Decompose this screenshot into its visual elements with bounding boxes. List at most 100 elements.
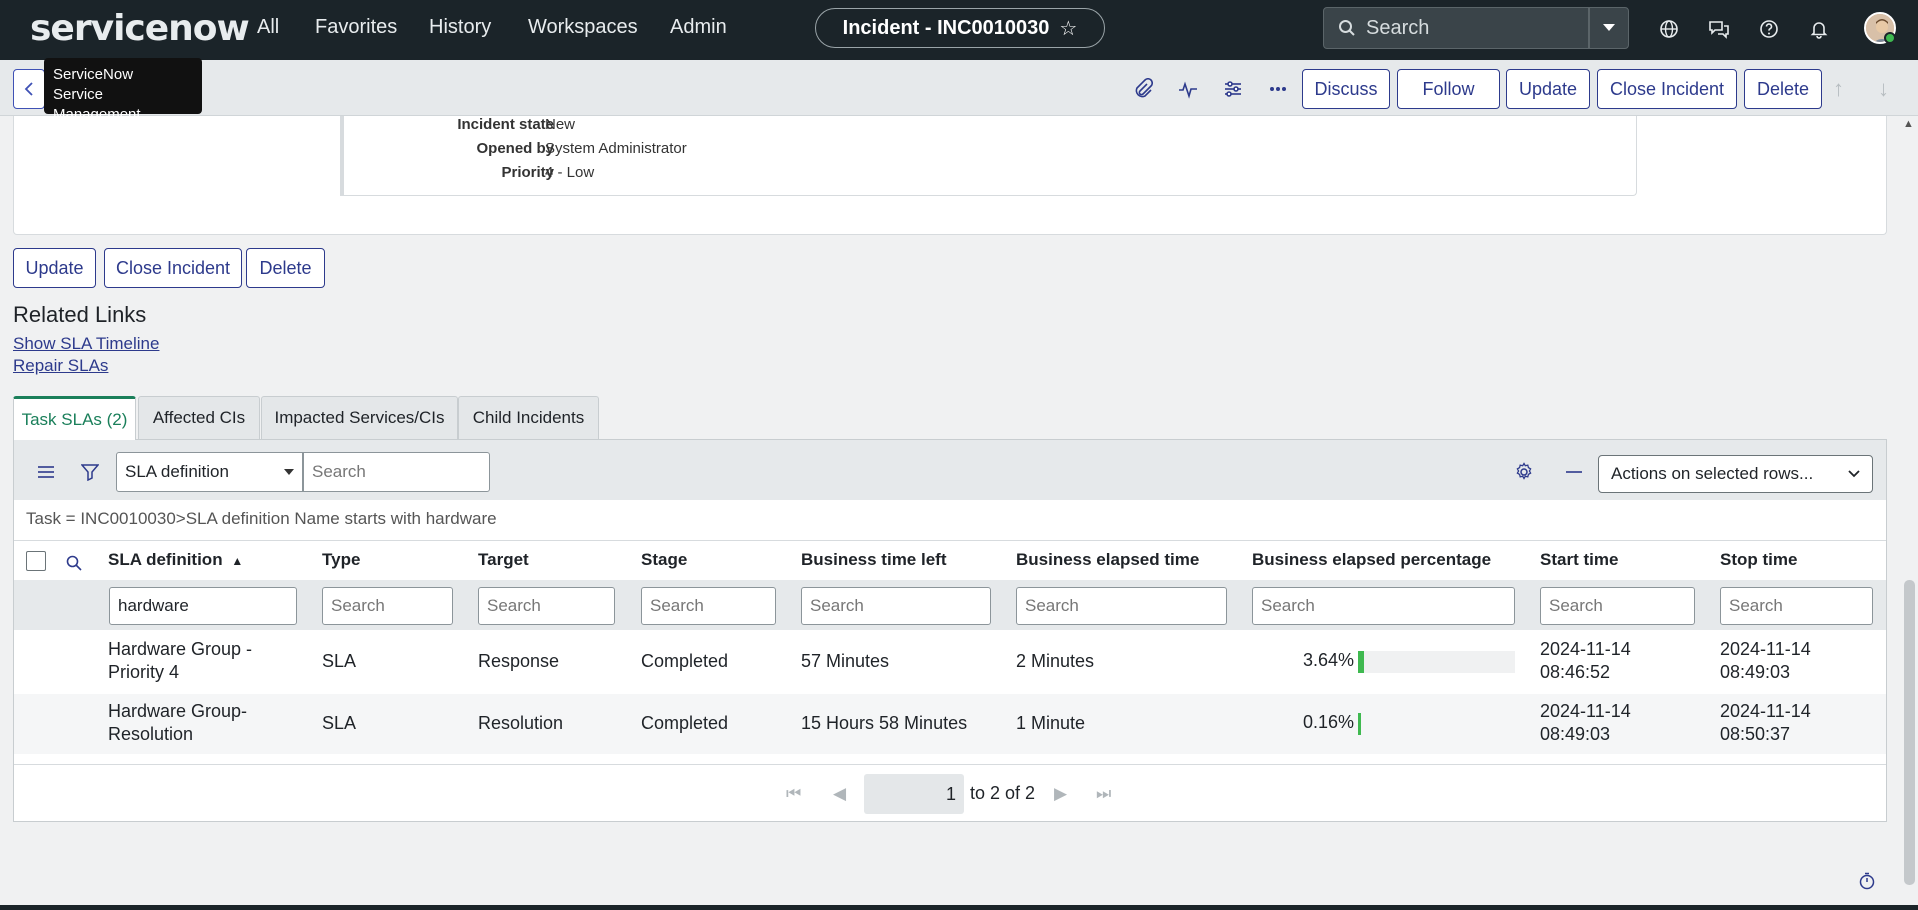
field-value-opened-by: System Administrator: [545, 140, 687, 157]
divider: [14, 764, 1886, 765]
filter-business-time-left-input[interactable]: Search: [801, 587, 991, 625]
column-header-start-time[interactable]: Start time: [1540, 550, 1618, 570]
notification-bell-icon[interactable]: [1806, 16, 1832, 42]
tab-child-incidents[interactable]: Child Incidents: [458, 396, 599, 439]
record-title-pill[interactable]: Incident - INC0010030 ☆: [815, 8, 1105, 48]
next-page-icon[interactable]: ▶: [1054, 784, 1067, 804]
filter-business-elapsed-percentage-input[interactable]: Search: [1252, 587, 1515, 625]
close-incident-button[interactable]: Close Incident: [104, 248, 242, 288]
select-all-checkbox[interactable]: [26, 551, 46, 571]
last-page-icon[interactable]: ⏭: [1096, 784, 1111, 804]
tooltip-line-2: Service Management: [53, 86, 141, 123]
cell-stop-clock: 08:50:37: [1720, 724, 1791, 744]
nav-workspaces[interactable]: Workspaces: [528, 16, 638, 39]
global-search-placeholder: Search: [1366, 16, 1430, 39]
nav-favorites[interactable]: Favorites: [315, 16, 397, 39]
filter-stop-time-input[interactable]: Search: [1720, 587, 1873, 625]
next-record-arrow-icon[interactable]: ↓: [1878, 76, 1889, 102]
close-incident-button-header[interactable]: Close Incident: [1597, 69, 1737, 109]
column-header-stage[interactable]: Stage: [641, 550, 687, 570]
delete-button-header[interactable]: Delete: [1744, 69, 1822, 109]
column-header-business-elapsed-percentage[interactable]: Business elapsed percentage: [1252, 550, 1491, 570]
discuss-button[interactable]: Discuss: [1302, 69, 1390, 109]
actions-select-value: Actions on selected rows...: [1611, 464, 1814, 483]
cell-sla-definition[interactable]: Hardware Group - Priority 4: [108, 638, 252, 684]
column-search-icon[interactable]: [62, 551, 86, 575]
nav-admin[interactable]: Admin: [670, 16, 727, 39]
filter-start-time-input[interactable]: Search: [1540, 587, 1695, 625]
cell-sla-definition-line-2: Resolution: [108, 724, 194, 744]
filter-sla-definition-input[interactable]: hardware: [109, 587, 297, 625]
chat-icon[interactable]: [1706, 16, 1732, 42]
activity-icon[interactable]: [1175, 76, 1201, 102]
field-label-opened-by: Opened by: [476, 140, 554, 157]
collapse-list-icon[interactable]: [1562, 460, 1586, 484]
list-settings-gear-icon[interactable]: [1512, 460, 1536, 484]
global-search-input[interactable]: Search: [1323, 7, 1589, 49]
settings-sliders-icon[interactable]: [1220, 76, 1246, 102]
follow-button[interactable]: Follow: [1397, 69, 1500, 109]
actions-on-selected-rows-select[interactable]: Actions on selected rows...: [1598, 455, 1873, 493]
cell-sla-definition[interactable]: Hardware Group- Resolution: [108, 700, 247, 746]
column-header-target[interactable]: Target: [478, 550, 529, 570]
previous-page-icon[interactable]: ◀: [833, 784, 846, 804]
list-search-input[interactable]: Search: [303, 452, 490, 492]
cell-stage: Completed: [641, 713, 729, 733]
star-icon[interactable]: ☆: [1059, 16, 1077, 41]
chevron-left-icon: [24, 82, 33, 96]
cell-stop-time: 2024-11-14 08:50:37: [1720, 700, 1811, 746]
elapsed-percentage-bar: [1358, 713, 1515, 735]
delete-button[interactable]: Delete: [246, 248, 325, 288]
elapsed-percentage-bar-fill: [1358, 651, 1364, 673]
search-field-select[interactable]: SLA definition: [116, 452, 303, 492]
hamburger-menu-icon[interactable]: [34, 460, 58, 484]
column-header-sla-definition[interactable]: SLA definition ▲: [108, 550, 243, 570]
filter-target-input[interactable]: Search: [478, 587, 615, 625]
column-header-stop-time[interactable]: Stop time: [1720, 550, 1797, 570]
filter-icon[interactable]: [78, 460, 102, 484]
search-scope-dropdown[interactable]: [1589, 7, 1629, 49]
column-header-business-time-left[interactable]: Business time left: [801, 550, 947, 570]
column-header-business-elapsed-time[interactable]: Business elapsed time: [1016, 550, 1199, 570]
tab-affected-cis[interactable]: Affected CIs: [138, 396, 260, 439]
record-title: Incident - INC0010030: [842, 16, 1050, 39]
filter-type-input[interactable]: Search: [322, 587, 453, 625]
tab-task-slas[interactable]: Task SLAs (2): [13, 396, 136, 440]
pager-count-text: to 2 of 2: [970, 783, 1036, 803]
nav-history[interactable]: History: [429, 16, 491, 39]
cell-start-clock: 08:49:03: [1540, 724, 1611, 744]
elapsed-percentage-bar: [1358, 651, 1515, 673]
servicenow-logo[interactable]: servicenow: [30, 8, 250, 49]
more-options-icon[interactable]: [1265, 76, 1291, 102]
show-sla-timeline-link[interactable]: Show SLA Timeline: [13, 334, 159, 354]
cell-business-elapsed-time: 1 Minute: [1016, 713, 1086, 733]
cell-start-time: 2024-11-14 08:46:52: [1540, 638, 1631, 684]
nav-all[interactable]: All: [257, 16, 279, 39]
attachment-icon[interactable]: [1130, 76, 1156, 102]
sort-ascending-icon: ▲: [231, 554, 244, 568]
search-icon: [1339, 20, 1355, 36]
update-button[interactable]: Update: [13, 248, 96, 288]
back-button[interactable]: [13, 69, 45, 109]
filter-stage-input[interactable]: Search: [641, 587, 776, 625]
filter-breadcrumb[interactable]: Task = INC0010030>SLA definition Name st…: [26, 509, 497, 529]
help-icon[interactable]: [1756, 16, 1782, 42]
globe-icon[interactable]: [1656, 16, 1682, 42]
repair-slas-link[interactable]: Repair SLAs: [13, 356, 108, 376]
first-page-icon[interactable]: ⏮: [786, 784, 801, 804]
cell-stop-time: 2024-11-14 08:49:03: [1720, 638, 1811, 684]
previous-record-arrow-icon[interactable]: ↑: [1833, 76, 1844, 102]
scroll-up-arrow-icon[interactable]: ▲: [1903, 118, 1914, 130]
cell-stop-date: 2024-11-14: [1720, 701, 1811, 721]
page-number-input[interactable]: 1: [864, 774, 964, 814]
cell-elapsed-percentage-label: 3.64%: [1302, 650, 1354, 670]
cell-sla-definition-line-1: Hardware Group -: [108, 639, 253, 659]
cell-type: SLA: [322, 713, 357, 733]
page-scrollbar-thumb[interactable]: [1904, 580, 1915, 885]
tab-impacted-services[interactable]: Impacted Services/CIs: [261, 396, 458, 439]
tooltip-line-1: ServiceNow: [53, 66, 134, 83]
column-header-type[interactable]: Type: [322, 550, 360, 570]
filter-business-elapsed-time-input[interactable]: Search: [1016, 587, 1227, 625]
stopwatch-icon[interactable]: [1858, 872, 1876, 890]
update-button-header[interactable]: Update: [1506, 69, 1590, 109]
